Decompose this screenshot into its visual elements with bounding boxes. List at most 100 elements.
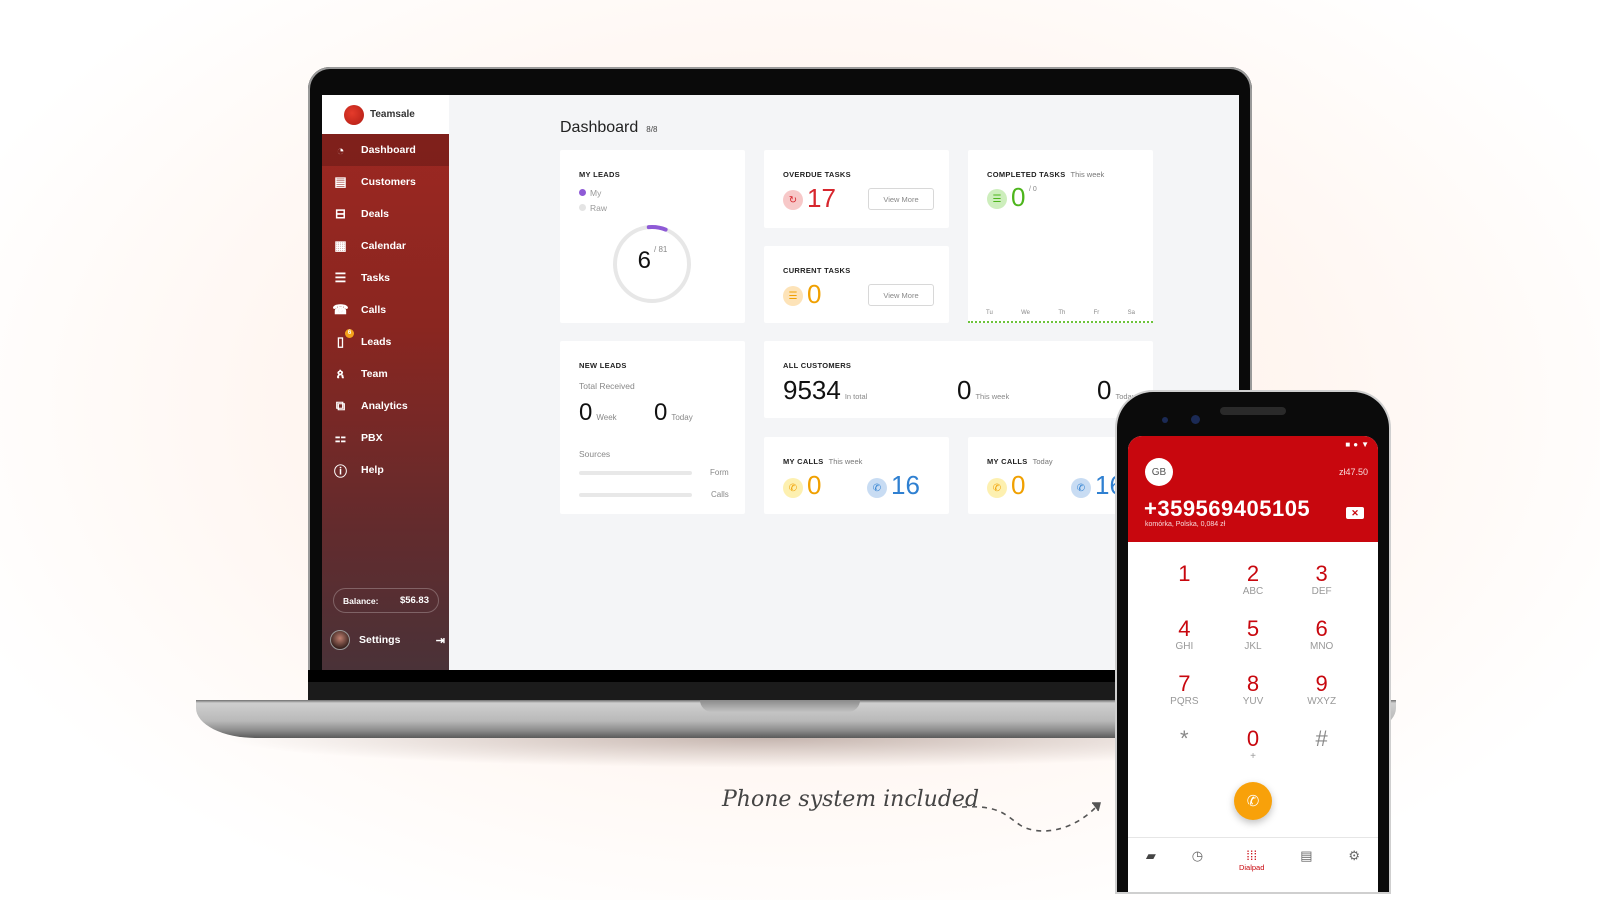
sidebar-item-calendar[interactable]: ▦ Calendar bbox=[322, 230, 449, 262]
completed-count: 0 bbox=[1011, 182, 1026, 212]
card-title-text: MY CALLS bbox=[987, 457, 1028, 466]
key-digit: 4 bbox=[1178, 616, 1191, 641]
dialpad-key[interactable]: 3 DEF bbox=[1287, 562, 1356, 603]
sidebar-item-label: Calendar bbox=[361, 240, 406, 252]
sidebar-item-label: Customers bbox=[361, 176, 416, 188]
widget-counter: 8/8 bbox=[646, 125, 658, 134]
sidebar-item-leads[interactable]: ▯ 6 Leads bbox=[322, 326, 449, 358]
card-subtitle: This week bbox=[828, 457, 863, 466]
sidebar-item-label: Tasks bbox=[361, 272, 390, 284]
card-title-text: COMPLETED TASKS bbox=[987, 170, 1066, 179]
user-avatar[interactable] bbox=[330, 630, 350, 650]
dialpad-key[interactable]: 0 + bbox=[1219, 727, 1288, 768]
sidebar-item-label: Team bbox=[361, 368, 388, 380]
my-leads-card: MY LEADS My Raw 6/ 81 bbox=[560, 150, 745, 323]
contacts-icon: ▰ bbox=[1145, 848, 1156, 863]
leads-count: 6 bbox=[637, 247, 651, 274]
dialed-number[interactable]: +359569405105 bbox=[1144, 496, 1310, 522]
key-letters: ABC bbox=[1242, 586, 1264, 597]
total-received-label: Total Received bbox=[579, 381, 635, 391]
logo-text: Teamsale bbox=[370, 109, 415, 120]
sidebar-item-team[interactable]: ጰ Team bbox=[322, 358, 449, 390]
dialpad-key[interactable]: 5 JKL bbox=[1219, 617, 1288, 658]
legend-dot-my bbox=[579, 189, 586, 196]
logo-icon bbox=[344, 104, 364, 125]
dialer-header: ■●▼ GB zł47.50 +359569405105 komórka, Po… bbox=[1128, 436, 1378, 542]
legend-raw[interactable]: Raw bbox=[579, 201, 607, 216]
account-avatar[interactable]: GB bbox=[1145, 458, 1173, 486]
sidebar-item-help[interactable]: ⓘ Help bbox=[322, 454, 449, 486]
week-days-axis: Tu We Th Fr Sa bbox=[986, 310, 1135, 316]
backspace-icon[interactable]: ✕ bbox=[1346, 507, 1364, 519]
key-digit: 2 bbox=[1246, 561, 1260, 586]
balance-value: $56.83 bbox=[399, 595, 429, 606]
call-button[interactable]: ✆ bbox=[1234, 782, 1272, 820]
pbx-icon: ⚏ bbox=[334, 430, 347, 445]
dialpad-key[interactable]: 4 GHI bbox=[1150, 617, 1219, 658]
customers-week-value: 0 bbox=[957, 375, 972, 405]
promo-caption: Phone system included bbox=[722, 787, 980, 812]
dialpad-key[interactable]: 8 YUV bbox=[1219, 672, 1288, 713]
logout-icon[interactable]: ⇥ bbox=[436, 634, 445, 647]
key-letters: MNO bbox=[1309, 641, 1334, 652]
key-letters: + bbox=[1250, 751, 1256, 762]
balance-pill[interactable]: Balance: $56.83 bbox=[333, 588, 439, 613]
key-digit: 0 bbox=[1246, 726, 1260, 751]
dialpad-key[interactable]: 6 MNO bbox=[1287, 617, 1356, 658]
sidebar-item-label: Deals bbox=[361, 208, 390, 220]
legend-my[interactable]: My bbox=[579, 186, 607, 201]
customers-total-label: In total bbox=[844, 392, 868, 401]
nav-settings[interactable]: ⚙ bbox=[1348, 848, 1360, 892]
all-customers-card: ALL CUSTOMERS 9534 In total 0 This week 0T… bbox=[764, 341, 1153, 418]
dialpad-key[interactable]: # bbox=[1287, 727, 1356, 768]
nav-history[interactable]: ◷ bbox=[1192, 848, 1203, 892]
key-letters: GHI bbox=[1175, 641, 1194, 652]
logo[interactable]: Teamsale bbox=[322, 95, 449, 134]
key-letters: WXYZ bbox=[1307, 696, 1337, 707]
legend-label: Raw bbox=[590, 203, 608, 213]
card-title: OVERDUE TASKS bbox=[783, 170, 851, 179]
incoming-calls-week: 0 bbox=[807, 470, 822, 500]
outgoing-call-icon: ✆ bbox=[867, 478, 887, 498]
nav-contacts[interactable]: ▰ bbox=[1146, 848, 1156, 892]
source-bar-calls bbox=[579, 493, 692, 497]
phone-device: ■●▼ GB zł47.50 +359569405105 komórka, Po… bbox=[1117, 392, 1389, 892]
current-view-more-button[interactable]: View More bbox=[868, 284, 934, 306]
dialpad-key[interactable]: 1 bbox=[1150, 562, 1219, 603]
key-letters: YUV bbox=[1242, 696, 1264, 707]
current-count: 0 bbox=[807, 279, 822, 309]
sidebar-item-calls[interactable]: ☎ Calls bbox=[322, 294, 449, 326]
number-info: komórka, Polska, 0,084 zł bbox=[1145, 521, 1226, 528]
sidebar-item-deals[interactable]: ⊟ Deals bbox=[322, 198, 449, 230]
sidebar-item-customers[interactable]: ▤ Customers bbox=[322, 166, 449, 198]
dialpad-key[interactable]: 2 ABC bbox=[1219, 562, 1288, 603]
new-leads-today: 0 Today bbox=[654, 399, 693, 427]
briefcase-icon: ⊟ bbox=[335, 206, 346, 221]
nav-dialpad[interactable]: ⁞⁞⁞ Dialpad bbox=[1239, 848, 1264, 892]
key-digit: 5 bbox=[1246, 616, 1260, 641]
dialpad-key[interactable]: 9 WXYZ bbox=[1287, 672, 1356, 713]
overdue-view-more-button[interactable]: View More bbox=[868, 188, 934, 210]
phone-screen: ■●▼ GB zł47.50 +359569405105 komórka, Po… bbox=[1128, 436, 1378, 892]
today-value: 0 bbox=[654, 399, 668, 426]
leads-value: 6/ 81 bbox=[560, 245, 745, 275]
card-title: NEW LEADS bbox=[579, 361, 627, 370]
sidebar-item-pbx[interactable]: ⚏ PBX bbox=[322, 422, 449, 454]
sidebar-item-label: Leads bbox=[361, 336, 392, 348]
nav-messages[interactable]: ▤ bbox=[1300, 848, 1312, 892]
dialpad-key[interactable]: * bbox=[1150, 727, 1219, 768]
dashed-arrow-icon bbox=[961, 802, 1101, 832]
week-label: Week bbox=[596, 413, 617, 422]
sidebar-item-dashboard[interactable]: ◔ Dashboard bbox=[322, 134, 449, 166]
key-letters: PQRS bbox=[1170, 696, 1199, 707]
settings-row[interactable]: Settings ⇥ bbox=[330, 629, 445, 651]
key-digit: 3 bbox=[1315, 561, 1328, 586]
sidebar-item-label: Calls bbox=[361, 304, 387, 316]
sidebar-item-tasks[interactable]: ☰ Tasks bbox=[322, 262, 449, 294]
source-bar-form bbox=[579, 471, 692, 475]
dialpad-key[interactable]: 7 PQRS bbox=[1150, 672, 1219, 713]
phone-sensor bbox=[1162, 417, 1168, 423]
dialpad-icon: ⁞⁞⁞ bbox=[1246, 848, 1258, 863]
sidebar-item-analytics[interactable]: ⧉ Analytics bbox=[322, 390, 449, 422]
phone-camera bbox=[1191, 415, 1200, 424]
